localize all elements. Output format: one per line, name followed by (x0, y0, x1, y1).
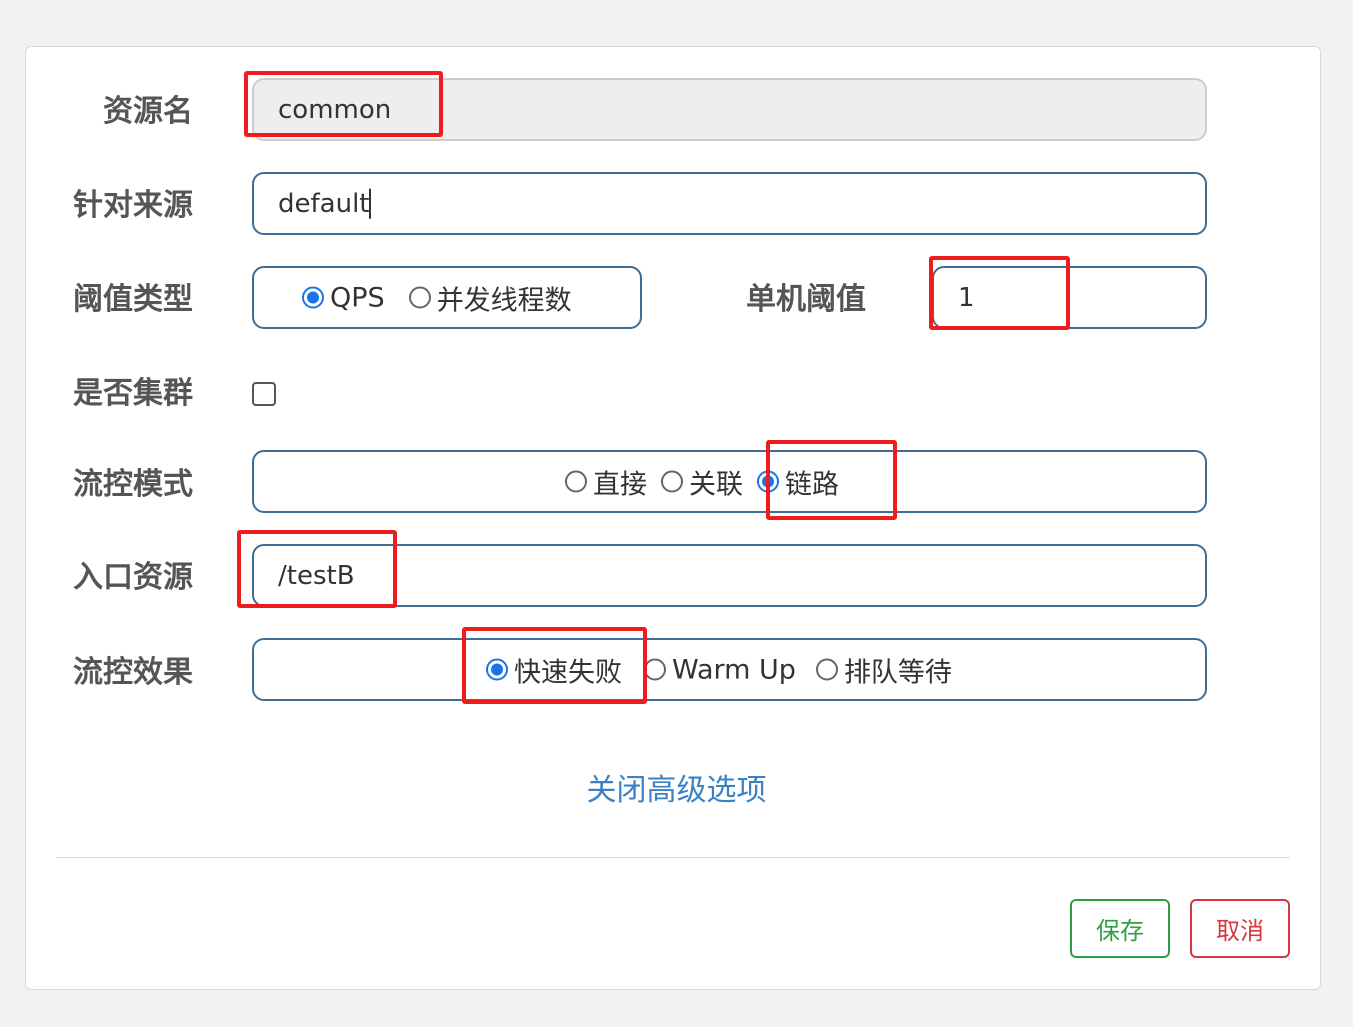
flow-effect-warmup-radio[interactable]: Warm Up (644, 654, 796, 685)
flow-mode-options: 直接 关联 链路 (565, 462, 853, 501)
entry-resource-value: /testB (278, 560, 355, 591)
flow-effect-group: 快速失败 Warm Up 排队等待 (252, 638, 1207, 701)
flow-mode-group: 直接 关联 链路 (252, 450, 1207, 513)
entry-resource-label: 入口资源 (73, 560, 193, 595)
radio-unchecked-icon (408, 286, 431, 309)
close-advanced-options-link[interactable]: 关闭高级选项 (0, 765, 1353, 809)
single-threshold-value: 1 (958, 282, 975, 313)
flow-effect-fast-fail-label: 快速失败 (514, 657, 622, 688)
flow-effect-warmup-label: Warm Up (672, 654, 796, 685)
radio-unchecked-icon (815, 658, 838, 681)
threshold-type-qps-label: QPS (330, 282, 385, 313)
limit-origin-value: default (278, 188, 370, 219)
resource-name-input[interactable]: common (252, 78, 1207, 141)
radio-unchecked-icon (565, 470, 587, 493)
text-caret (369, 188, 372, 219)
resource-name-label: 资源名 (103, 94, 193, 129)
flow-mode-chain-label: 链路 (785, 469, 839, 500)
single-threshold-input[interactable]: 1 (932, 266, 1207, 329)
divider (56, 857, 1290, 858)
flow-effect-label: 流控效果 (73, 655, 193, 690)
radio-checked-icon (757, 470, 779, 493)
flow-effect-queue-label: 排队等待 (843, 657, 952, 688)
cluster-label: 是否集群 (73, 376, 193, 411)
flow-mode-label: 流控模式 (73, 467, 193, 502)
flow-mode-relate-radio[interactable]: 关联 (661, 462, 743, 501)
threshold-type-label: 阈值类型 (73, 282, 193, 317)
save-button[interactable]: 保存 (1070, 899, 1170, 958)
radio-checked-icon (302, 286, 324, 309)
single-threshold-label: 单机阈值 (746, 282, 866, 317)
threshold-type-threads-label: 并发线程数 (436, 285, 572, 316)
limit-origin-text: default (278, 188, 372, 219)
resource-name-value: common (278, 94, 392, 125)
flow-mode-chain-radio[interactable]: 链路 (757, 462, 839, 501)
threshold-type-group: QPS 并发线程数 (252, 266, 642, 329)
flow-effect-fast-fail-radio[interactable]: 快速失败 (486, 650, 622, 689)
limit-origin-label: 针对来源 (73, 188, 193, 223)
cluster-checkbox[interactable] (252, 382, 276, 406)
radio-unchecked-icon (661, 470, 683, 493)
limit-origin-input[interactable]: default (252, 172, 1207, 235)
flow-mode-relate-label: 关联 (689, 469, 743, 500)
threshold-type-options: QPS 并发线程数 (302, 278, 586, 317)
threshold-type-qps-radio[interactable]: QPS (302, 282, 385, 313)
threshold-type-threads-radio[interactable]: 并发线程数 (408, 278, 572, 317)
flow-effect-queue-radio[interactable]: 排队等待 (815, 650, 952, 689)
radio-unchecked-icon (644, 658, 666, 681)
entry-resource-input[interactable]: /testB (252, 544, 1207, 607)
radio-checked-icon (486, 658, 508, 681)
flow-mode-direct-label: 直接 (593, 469, 647, 500)
flow-effect-options: 快速失败 Warm Up 排队等待 (486, 650, 966, 689)
cancel-button[interactable]: 取消 (1190, 899, 1290, 958)
flow-mode-direct-radio[interactable]: 直接 (565, 462, 647, 501)
